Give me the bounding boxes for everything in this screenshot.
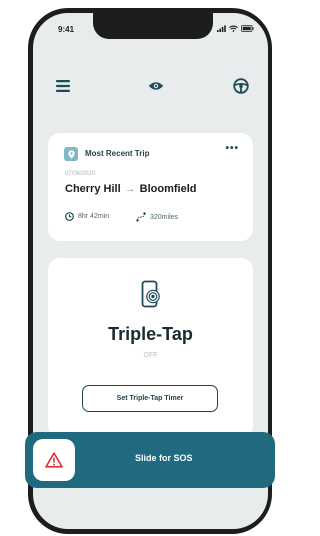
battery-icon [241, 25, 254, 32]
route-arrow: → [124, 183, 136, 195]
wifi-icon [229, 25, 238, 32]
route-distance-icon [136, 212, 146, 222]
monitor-button[interactable] [143, 73, 169, 99]
triple-tap-card: Triple-Tap OFF Set Triple-Tap Timer [48, 258, 253, 438]
trip-distance-value: 320miles [150, 213, 179, 221]
triple-tap-status: OFF [143, 352, 158, 359]
top-navigation [33, 73, 268, 99]
recent-trip-card[interactable]: Most Recent Trip ••• 07/06/2020 Cherry H… [48, 133, 253, 241]
sos-slider-label: Slide for SOS [135, 453, 193, 463]
status-time: 9:41 [58, 25, 75, 34]
location-pin-badge [64, 147, 78, 161]
set-triple-tap-timer-button[interactable]: Set Triple-Tap Timer [82, 385, 218, 412]
triple-tap-icon-wrap [141, 280, 161, 315]
phone-tap-icon [141, 280, 160, 308]
status-icons [217, 25, 254, 32]
phone-notch [93, 13, 213, 39]
trip-duration: 8hr 42min [65, 212, 109, 221]
trip-date: 07/06/2020 [65, 171, 96, 177]
sos-slider-handle[interactable] [33, 439, 75, 481]
trip-duration-value: 8hr 42min [78, 213, 110, 220]
trip-origin: Cherry Hill [65, 183, 121, 195]
trip-destination: Bloomfield [139, 183, 197, 195]
menu-button[interactable] [50, 73, 76, 99]
eye-icon [148, 82, 164, 90]
triple-tap-title: Triple-Tap [108, 324, 193, 344]
steering-wheel-icon [233, 78, 249, 94]
clock-icon [65, 212, 74, 221]
trip-distance: 320miles [136, 212, 178, 222]
trip-route: Cherry Hill → Bloomfield [65, 183, 196, 195]
location-pin-icon [67, 149, 75, 159]
driving-button[interactable] [228, 73, 254, 99]
signal-icon [217, 25, 226, 32]
sos-slider[interactable]: Slide for SOS [25, 432, 275, 488]
warning-icon [45, 452, 63, 468]
more-options-button[interactable]: ••• [225, 143, 239, 154]
menu-icon [56, 80, 70, 92]
trip-card-title: Most Recent Trip [85, 149, 150, 158]
